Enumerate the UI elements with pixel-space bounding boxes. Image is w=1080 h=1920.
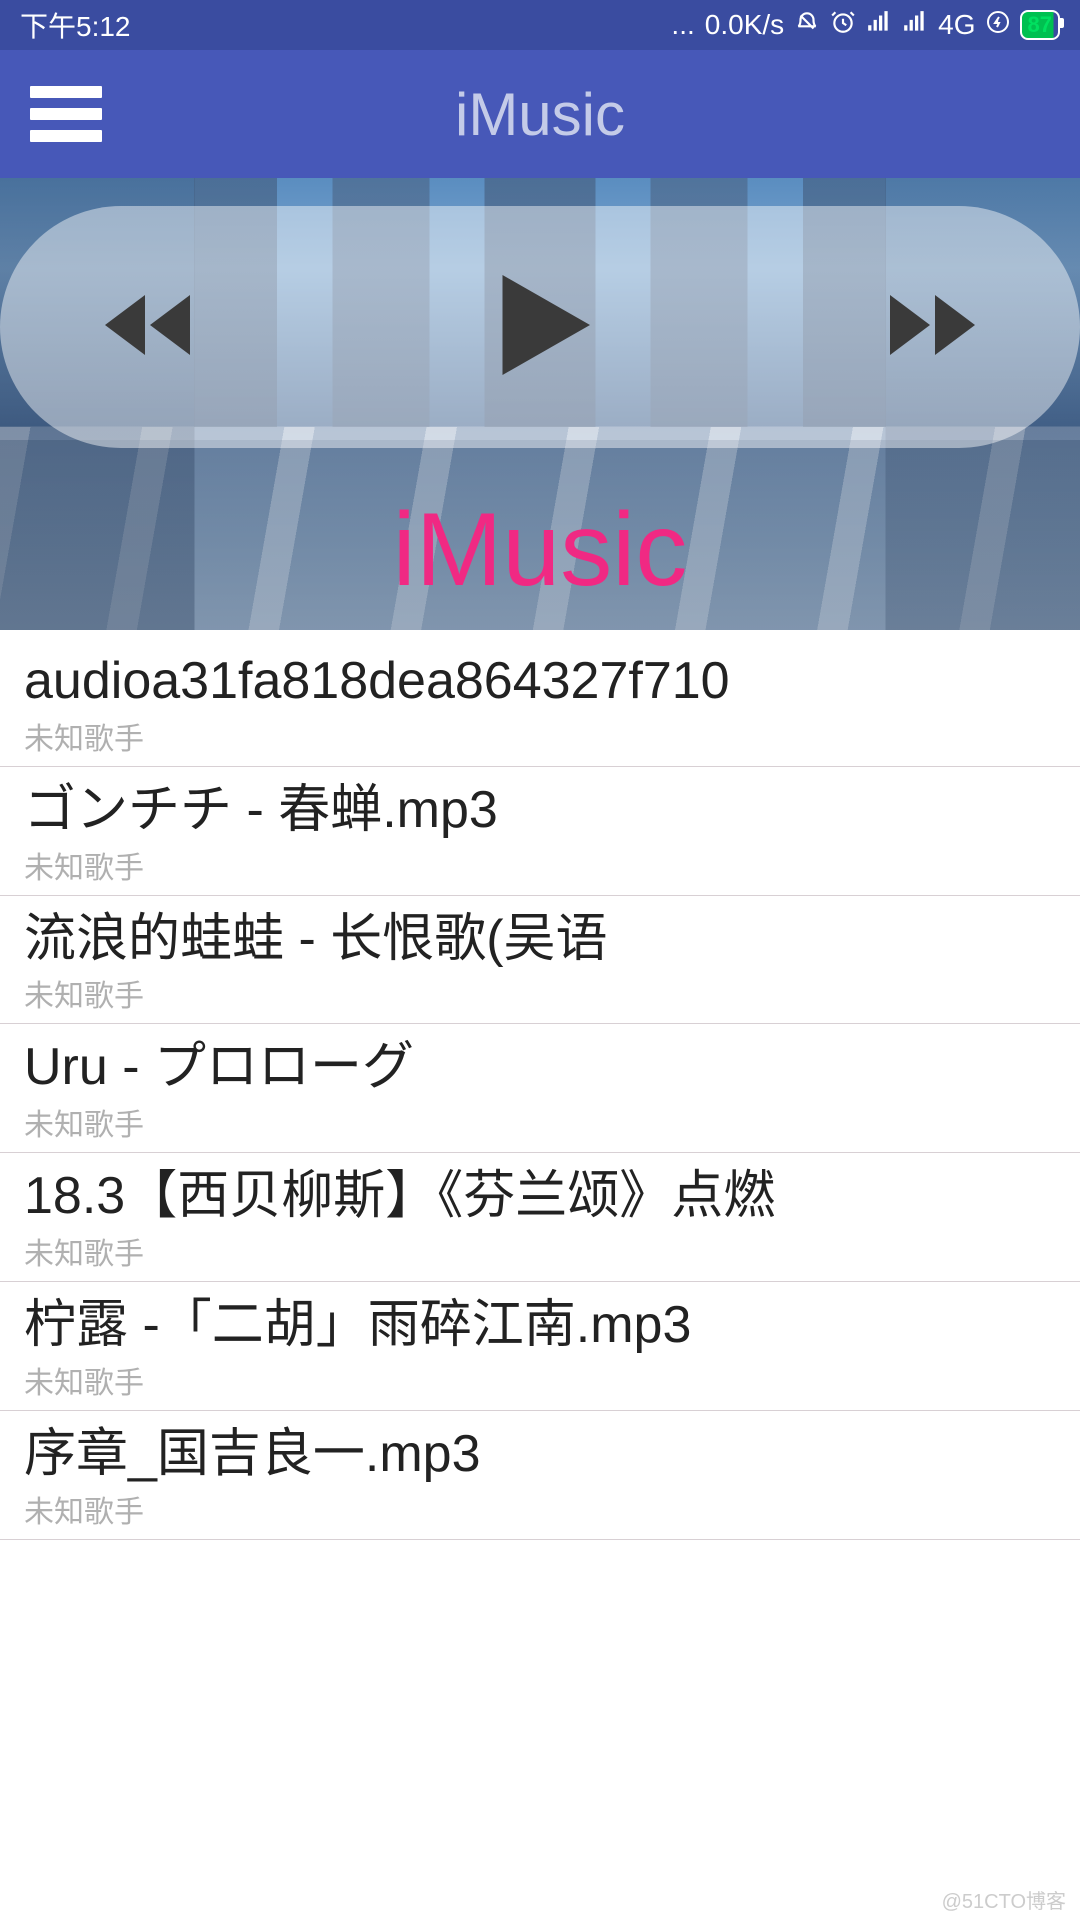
list-item[interactable]: 序章_国吉良一.mp3 未知歌手 [0,1411,1080,1540]
next-button[interactable] [870,265,990,390]
song-artist: 未知歌手 [24,843,1056,887]
song-artist: 未知歌手 [24,1100,1056,1144]
status-time: 下午5:12 [20,5,131,45]
signal-icon [866,9,892,42]
song-artist: 未知歌手 [24,1358,1056,1402]
song-artist: 未知歌手 [24,1229,1056,1273]
network-label: 4G [938,9,975,41]
status-dots: ... [671,9,694,41]
signal-icon-2 [902,9,928,42]
song-artist: 未知歌手 [24,971,1056,1015]
battery-icon: 87 [1020,10,1060,40]
charging-icon [986,9,1010,41]
player-controls [0,206,1080,448]
song-title: ゴンチチ - 春蝉.mp3 [24,781,1056,841]
list-item[interactable]: 柠露 -「二胡」雨碎江南.mp3 未知歌手 [0,1282,1080,1411]
watermark-text: @51CTO博客 [942,1885,1066,1914]
alarm-icon [830,9,856,42]
play-button[interactable] [465,250,615,405]
list-item[interactable]: 18.3【西贝柳斯】《芬兰颂》点燃 未知歌手 [0,1153,1080,1282]
list-item[interactable]: ゴンチチ - 春蝉.mp3 未知歌手 [0,767,1080,896]
status-speed: 0.0K/s [705,9,784,41]
menu-button[interactable] [30,86,102,142]
hero-brand-text: iMusic [393,491,688,610]
song-title: 18.3【西贝柳斯】《芬兰颂》点燃 [24,1167,1056,1227]
list-item[interactable]: Uru - プロローグ 未知歌手 [0,1024,1080,1153]
mute-icon [794,9,820,42]
song-title: 柠露 -「二胡」雨碎江南.mp3 [24,1296,1056,1356]
song-title: Uru - プロローグ [24,1038,1056,1098]
song-list: audioa31fa818dea864327f710 未知歌手 ゴンチチ - 春… [0,630,1080,1540]
song-title: 序章_国吉良一.mp3 [24,1425,1056,1485]
hero-banner: iMusic [0,178,1080,630]
status-bar: 下午5:12 ... 0.0K/s 4G 87 [0,0,1080,50]
app-bar: iMusic [0,50,1080,178]
list-item[interactable]: 流浪的蛙蛙 - 长恨歌(吴语 未知歌手 [0,896,1080,1025]
song-artist: 未知歌手 [24,1487,1056,1531]
app-title: iMusic [455,80,625,149]
song-title: audioa31fa818dea864327f710 [24,652,1056,712]
song-title: 流浪的蛙蛙 - 长恨歌(吴语 [24,910,1056,970]
song-artist: 未知歌手 [24,714,1056,758]
list-item[interactable]: audioa31fa818dea864327f710 未知歌手 [0,630,1080,767]
previous-button[interactable] [90,265,210,390]
